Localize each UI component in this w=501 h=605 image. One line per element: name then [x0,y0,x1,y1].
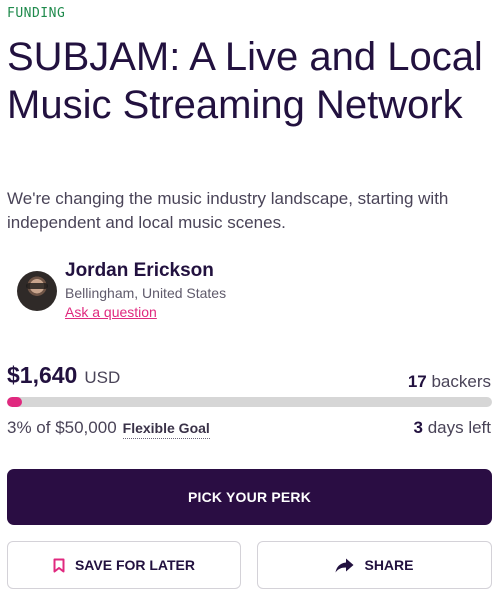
days-number: 3 [413,418,423,437]
save-label: SAVE FOR LATER [74,557,196,573]
save-for-later-button[interactable]: SAVE FOR LATER [7,541,241,589]
raised-currency: USD [84,368,121,387]
owner-name[interactable]: Jordan Erickson [65,258,226,284]
funding-percent: 3% of $50,000 Flexible Goal [7,418,210,439]
raised-amount: $1,640 [7,362,78,388]
days-label: days left [427,418,491,437]
backers-label: backers [431,372,491,391]
bookmark-icon [53,558,65,572]
days-left: 3 days left [413,418,491,438]
ask-question-link[interactable]: Ask a question [65,304,157,320]
campaign-owner: Jordan Erickson Bellingham, United State… [17,258,226,322]
campaign-subtitle: We're changing the music industry landsc… [7,189,449,232]
goal-type-tooltip[interactable]: Flexible Goal [122,420,210,439]
percent-of-goal: 3% of $50,000 [7,418,117,437]
pick-perk-button[interactable]: PICK YOUR PERK [7,469,492,525]
funding-progress-bar [7,397,492,407]
backers-count: 17 backers [408,372,491,392]
funding-progress-fill [7,397,22,407]
owner-location: Bellingham, United States [65,285,227,301]
share-label: SHARE [364,557,414,573]
funds-raised: $1,640 USD [7,362,120,389]
campaign-title: SUBJAM: A Live and Local Music Streaming… [7,35,483,127]
avatar[interactable] [17,271,57,311]
section-eyebrow: FUNDING [7,6,66,21]
share-button[interactable]: SHARE [257,541,492,589]
backers-number: 17 [407,372,427,391]
share-arrow-icon [335,558,354,572]
owner-info: Jordan Erickson Bellingham, United State… [65,258,226,322]
